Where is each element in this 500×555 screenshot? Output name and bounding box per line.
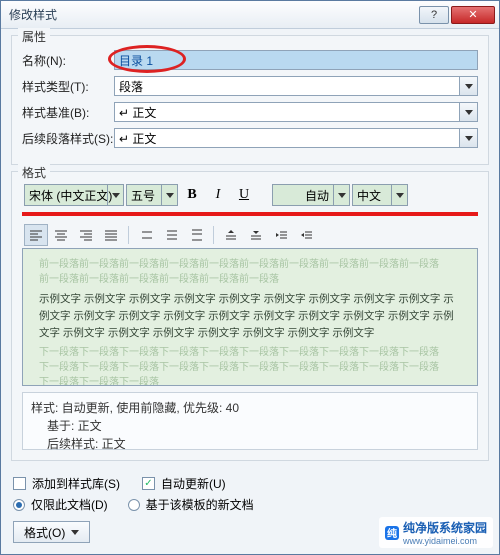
script-select[interactable]: 中文 [352,184,408,206]
auto-update-checkbox[interactable]: ✓ [142,477,155,490]
style-type-select[interactable]: 段落 [114,76,478,96]
align-right-button[interactable] [74,224,98,246]
format-menu-label: 格式(O) [24,524,65,541]
align-center-button[interactable] [49,224,73,246]
add-to-library-checkbox[interactable] [13,477,26,490]
font-color-label: 自动 [305,187,329,204]
type-label: 样式类型(T): [22,78,114,95]
based-label: 样式基准(B): [22,104,114,121]
font-name-select[interactable]: 宋体 (中文正文) [24,184,124,206]
separator [128,226,129,244]
format-menu-button[interactable]: 格式(O) [13,521,90,543]
next-style-value: ↵ 正文 [119,130,156,147]
help-button[interactable]: ? [419,6,449,24]
add-to-library-label: 添加到样式库(S) [32,475,120,492]
separator [213,226,214,244]
preview-sample-text: 示例文字 示例文字 示例文字 示例文字 示例文字 示例文字 示例文字 示例文字 … [39,291,461,341]
properties-group: 属性 名称(N): 样式类型(T): 段落 样式基准(B): ↵ 正文 [11,35,489,165]
chevron-down-icon [333,185,349,205]
format-legend: 格式 [18,164,50,181]
based-on-value: ↵ 正文 [119,104,156,121]
preview-prev-paragraph: 前一段落前一段落前一段落前一段落前一段落前一段落前一段落前一段落前一段落前一段落… [39,257,461,287]
modify-style-dialog: 修改样式 ? ✕ 属性 名称(N): 样式类型(T): 段落 [0,0,500,555]
line-spacing-1-button[interactable] [134,224,158,246]
font-size-value: 五号 [131,187,155,204]
annotation-underline [22,212,478,216]
watermark-logo-icon: 纯 [385,526,399,540]
italic-button[interactable]: I [206,184,230,206]
based-on-select[interactable]: ↵ 正文 [114,102,478,122]
titlebar: 修改样式 ? ✕ [1,1,499,29]
watermark: 纯 纯净版系统家园 www.yidaimei.com [379,517,493,548]
font-toolbar: 宋体 (中文正文) 五号 B I U 自动 中文 [22,180,478,210]
auto-update-label: 自动更新(U) [161,475,226,492]
line-spacing-2-button[interactable] [184,224,208,246]
watermark-brand: 纯净版系统家园 [403,519,487,536]
chevron-down-icon [161,185,177,205]
template-based-radio[interactable] [128,499,140,511]
style-description: 样式: 自动更新, 使用前隐藏, 优先级: 40 基于: 正文 后续样式: 正文 [22,392,478,450]
chevron-down-icon [391,185,407,205]
desc-line-2: 基于: 正文 [31,417,469,435]
window-controls: ? ✕ [419,6,495,24]
next-style-select[interactable]: ↵ 正文 [114,128,478,148]
close-button[interactable]: ✕ [451,6,495,24]
template-based-label: 基于该模板的新文档 [146,496,254,513]
script-value: 中文 [357,187,381,204]
bold-button[interactable]: B [180,184,204,206]
font-color-select[interactable]: 自动 [272,184,350,206]
only-this-doc-radio[interactable] [13,499,25,511]
align-justify-button[interactable] [99,224,123,246]
properties-legend: 属性 [18,28,50,45]
align-left-button[interactable] [24,224,48,246]
style-preview: 前一段落前一段落前一段落前一段落前一段落前一段落前一段落前一段落前一段落前一段落… [22,248,478,386]
preview-next-paragraph: 下一段落下一段落下一段落下一段落下一段落下一段落下一段落下一段落下一段落下一段落… [39,345,461,386]
style-type-value: 段落 [119,78,143,95]
desc-line-3: 后续样式: 正文 [31,435,469,453]
indent-dec-button[interactable] [269,224,293,246]
chevron-down-icon [459,103,477,121]
font-name-value: 宋体 (中文正文) [29,187,112,204]
style-name-input[interactable] [114,50,478,70]
chevron-down-icon [459,129,477,147]
indent-inc-button[interactable] [294,224,318,246]
space-before-dec-button[interactable] [244,224,268,246]
format-group: 格式 宋体 (中文正文) 五号 B I U 自动 [11,171,489,461]
font-size-select[interactable]: 五号 [126,184,178,206]
space-before-inc-button[interactable] [219,224,243,246]
chevron-down-icon [459,77,477,95]
watermark-url: www.yidaimei.com [403,536,487,546]
only-this-doc-label: 仅限此文档(D) [31,496,108,513]
paragraph-toolbar [22,222,478,248]
line-spacing-15-button[interactable] [159,224,183,246]
window-title: 修改样式 [5,6,419,23]
next-label: 后续段落样式(S): [22,130,114,147]
underline-button[interactable]: U [232,184,256,206]
chevron-down-icon [107,185,123,205]
desc-line-1: 样式: 自动更新, 使用前隐藏, 优先级: 40 [31,399,469,417]
name-label: 名称(N): [22,52,114,69]
